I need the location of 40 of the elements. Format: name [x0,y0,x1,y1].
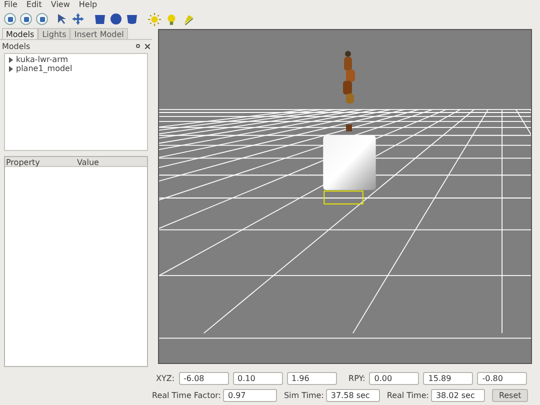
time-label: Real Time Factor: [152,390,221,402]
value-field[interactable]: 37.58 sec [326,389,380,402]
reset-button[interactable]: Reset [492,389,528,402]
tab[interactable]: Lights [38,28,70,39]
float-icon[interactable] [136,44,140,48]
value-field[interactable]: 1.96 [286,372,337,385]
rpy-label: RPY: [348,372,366,384]
xyz-label: XYZ: [156,372,175,384]
arrow-cursor-icon[interactable] [56,13,68,25]
menu-item[interactable]: File [4,0,18,11]
tree-item[interactable]: kuka-lwr-arm [5,55,147,64]
tab[interactable]: Models [2,28,38,39]
tab[interactable]: Insert Model [70,28,128,39]
time-label: Real Time: [386,390,429,402]
bulb-icon[interactable] [165,12,178,26]
close-icon[interactable] [145,44,150,49]
value-field[interactable]: 0.97 [222,389,277,402]
3d-viewport[interactable] [158,29,532,364]
value-field[interactable]: 15.89 [423,372,474,385]
cube-icon[interactable] [94,13,106,25]
move-arrows-icon[interactable] [72,13,84,25]
value-field[interactable]: 38.02 sec [430,389,485,402]
cylinder-icon[interactable] [126,13,138,25]
column-header: Property [5,157,41,166]
sun-icon[interactable] [148,12,161,26]
spot-light-icon[interactable] [182,12,195,26]
menu-item[interactable]: Help [78,0,98,11]
time-label: Sim Time: [284,390,324,402]
menu-item[interactable]: View [50,0,70,11]
selection-outline [324,190,364,204]
box-model-drawing [323,135,376,190]
value-field[interactable]: 0.10 [232,372,283,385]
sphere-icon[interactable] [110,13,122,25]
value-field[interactable]: -0.80 [477,372,528,385]
value-field[interactable]: -6.08 [178,372,229,385]
panel-title: Models [2,40,30,52]
tree-item[interactable]: plane1_model [5,64,147,73]
menu-item[interactable]: Edit [26,0,42,11]
value-field[interactable]: 0.00 [369,372,420,385]
column-header: Value [76,157,100,166]
